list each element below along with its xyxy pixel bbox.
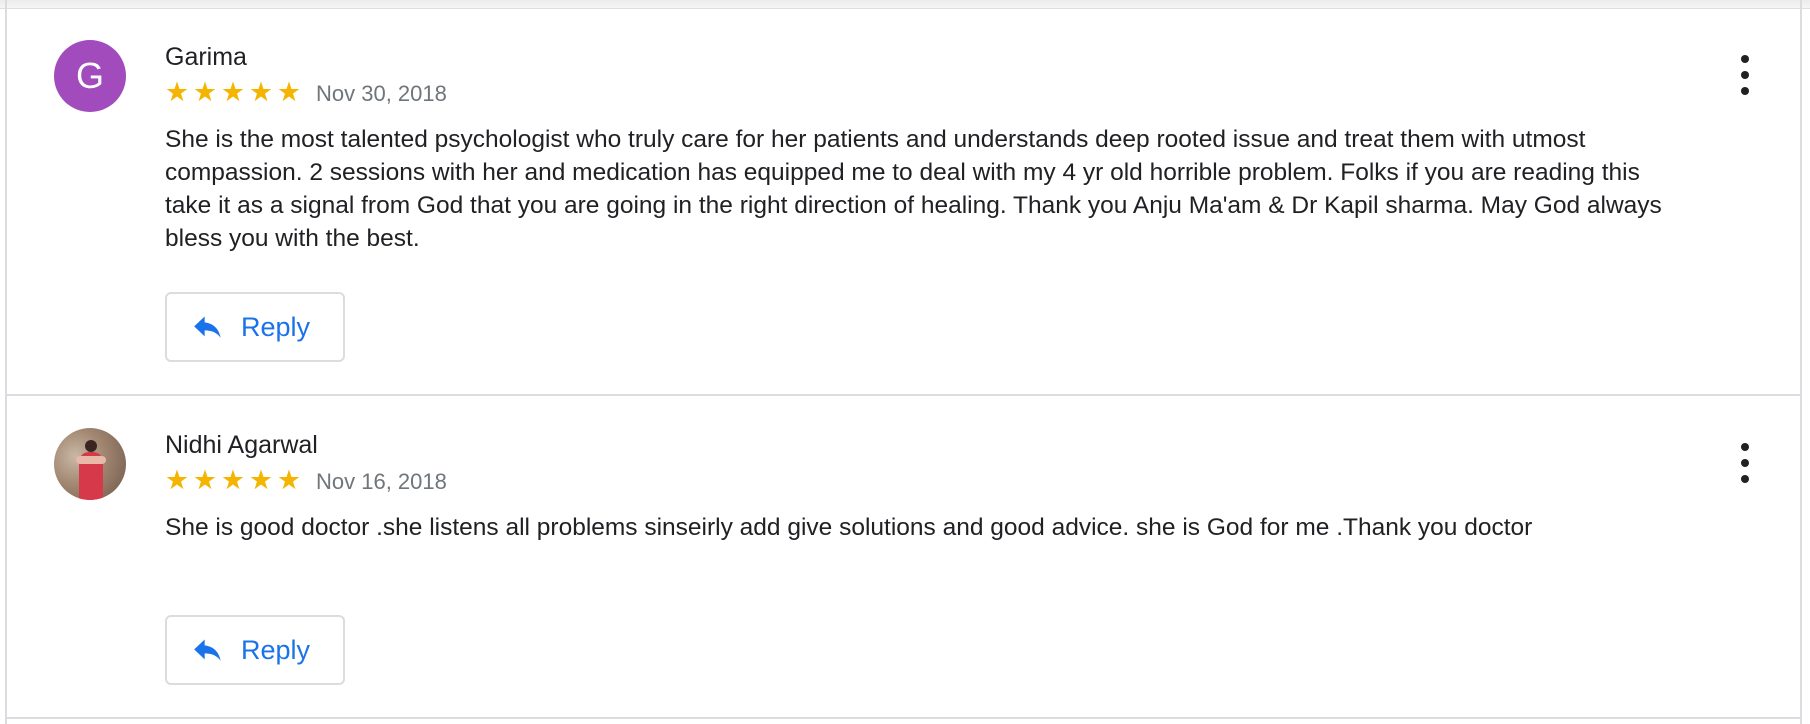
reply-button[interactable]: Reply bbox=[165, 615, 345, 685]
review-date: Nov 16, 2018 bbox=[316, 469, 447, 494]
star-icon: ★ bbox=[276, 77, 302, 107]
review-date: Nov 30, 2018 bbox=[316, 81, 447, 106]
review-text: She is the most talented psychologist wh… bbox=[165, 126, 1662, 252]
star-icon: ★ bbox=[248, 77, 274, 107]
reply-icon bbox=[194, 639, 221, 661]
star-icon: ★ bbox=[276, 465, 302, 495]
star-icon: ★ bbox=[164, 465, 190, 495]
star-icon: ★ bbox=[192, 77, 218, 107]
star-icon: ★ bbox=[220, 77, 246, 107]
reviewer-name[interactable]: Garima bbox=[165, 43, 247, 72]
reviewer-name[interactable]: Nidhi Agarwal bbox=[165, 431, 318, 460]
reply-icon bbox=[194, 316, 221, 338]
more-vert-icon[interactable] bbox=[1733, 441, 1757, 485]
star-rating: ★ ★ ★ ★ ★ bbox=[163, 465, 303, 495]
reply-button[interactable]: Reply bbox=[165, 292, 345, 362]
avatar[interactable]: G bbox=[54, 40, 126, 112]
star-icon: ★ bbox=[248, 465, 274, 495]
star-icon: ★ bbox=[220, 465, 246, 495]
star-icon: ★ bbox=[164, 77, 190, 107]
review-card: G Garima ★ ★ ★ ★ ★ Nov 30, 2018 She is t… bbox=[7, 9, 1800, 396]
review-text: She is good doctor .she listens all prob… bbox=[165, 514, 1533, 541]
star-rating: ★ ★ ★ ★ ★ bbox=[163, 77, 303, 107]
star-icon: ★ bbox=[192, 465, 218, 495]
reply-label: Reply bbox=[241, 311, 311, 342]
more-vert-icon[interactable] bbox=[1733, 53, 1757, 97]
avatar[interactable] bbox=[54, 428, 126, 500]
review-card: Nidhi Agarwal ★ ★ ★ ★ ★ Nov 16, 2018 She… bbox=[7, 397, 1800, 719]
reply-label: Reply bbox=[241, 634, 311, 665]
